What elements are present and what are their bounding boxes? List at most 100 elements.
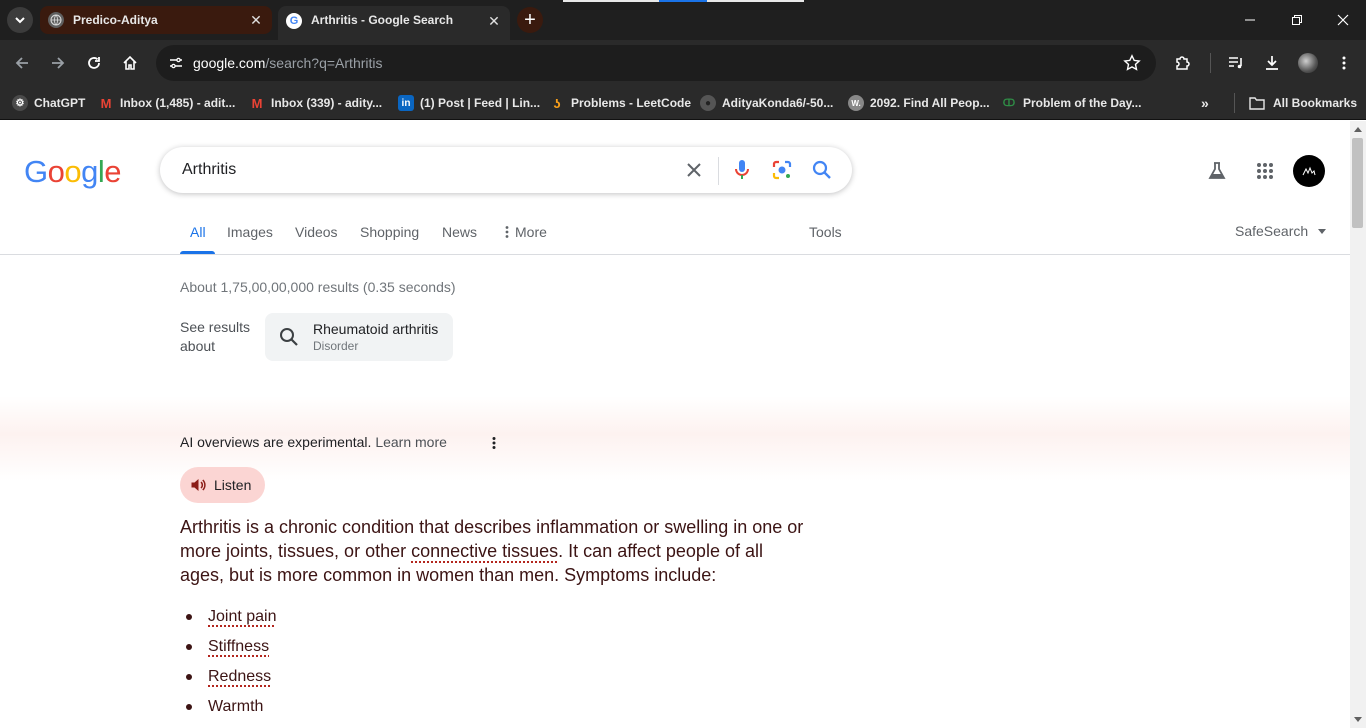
list-item: Redness xyxy=(180,665,277,695)
reload-button[interactable] xyxy=(82,51,106,75)
window-indicator-active xyxy=(659,0,707,2)
google-logo[interactable]: Google xyxy=(24,154,122,190)
bookmark-linkedin[interactable]: in (1) Post | Feed | Lin... xyxy=(398,93,540,113)
window-indicator xyxy=(707,0,804,2)
leetcode-icon: ʖ xyxy=(553,95,561,111)
chip-subtitle: Disorder xyxy=(313,339,359,353)
logo-letter: e xyxy=(104,154,122,189)
tab-news[interactable]: News xyxy=(442,224,477,240)
tab-images[interactable]: Images xyxy=(227,224,273,240)
all-bookmarks-button[interactable]: All Bookmarks xyxy=(1249,93,1357,113)
symptom-text: Warmth xyxy=(208,698,264,715)
symptom-link[interactable]: Stiffness xyxy=(208,638,269,655)
lens-search-button[interactable] xyxy=(770,158,794,182)
address-bar[interactable]: google.com/search?q=Arthritis xyxy=(156,45,1156,81)
all-bookmarks-label: All Bookmarks xyxy=(1273,96,1358,110)
home-button[interactable] xyxy=(118,51,142,75)
list-item: Warmth xyxy=(180,695,277,725)
gfg-icon: ↀ xyxy=(1002,97,1016,109)
scroll-up-arrow-icon[interactable] xyxy=(1354,127,1362,132)
caret-down-icon xyxy=(1318,228,1327,234)
new-tab-button[interactable]: + xyxy=(517,7,543,33)
speaker-icon xyxy=(191,479,206,491)
extensions-button[interactable] xyxy=(1171,51,1195,75)
apps-grid-icon xyxy=(1257,163,1273,179)
list-item: Joint pain xyxy=(180,605,277,635)
tab-all[interactable]: All xyxy=(190,224,206,240)
star-icon xyxy=(1123,54,1141,71)
close-icon xyxy=(687,163,701,177)
bookmarks-divider xyxy=(1234,93,1235,113)
bookmark-label: Inbox (339) - adity... xyxy=(271,96,383,110)
entity-chip-rheumatoid-arthritis[interactable]: Rheumatoid arthritis Disorder xyxy=(265,313,453,361)
tab-shopping[interactable]: Shopping xyxy=(360,224,419,240)
media-control-button[interactable] xyxy=(1224,51,1248,75)
logo-letter: g xyxy=(81,154,98,189)
downloads-button[interactable] xyxy=(1260,51,1284,75)
learn-more-link[interactable]: Learn more xyxy=(375,434,447,450)
url-text[interactable]: google.com/search?q=Arthritis xyxy=(193,55,383,71)
close-tab-icon[interactable]: ✕ xyxy=(486,13,502,29)
listen-label: Listen xyxy=(214,477,252,493)
w-icon: W. xyxy=(848,95,864,111)
window-indicator xyxy=(563,0,659,2)
clear-search-button[interactable] xyxy=(682,158,706,182)
bookmark-leetcode[interactable]: ʖ Problems - LeetCode xyxy=(549,93,691,113)
bookmark-gmail-1[interactable]: M Inbox (1,485) - adit... xyxy=(98,93,236,113)
page-scrollbar[interactable] xyxy=(1350,121,1366,728)
active-tab-indicator xyxy=(180,251,215,254)
bookmark-findpeople[interactable]: W. 2092. Find All Peop... xyxy=(848,93,990,113)
bullet xyxy=(186,644,192,650)
result-stats: About 1,75,00,00,000 results (0.35 secon… xyxy=(180,279,456,295)
download-icon xyxy=(1266,56,1278,70)
tools-button[interactable]: Tools xyxy=(809,224,842,240)
search-nav-tabs: All Images Videos Shopping News More Too… xyxy=(0,211,1350,255)
voice-search-button[interactable] xyxy=(730,158,754,182)
search-submit-button[interactable] xyxy=(810,158,834,182)
bookmark-star-button[interactable] xyxy=(1120,51,1144,75)
menu-button[interactable] xyxy=(1332,51,1356,75)
search-input[interactable] xyxy=(180,158,660,182)
labs-button[interactable] xyxy=(1201,155,1233,187)
ai-overview-options-button[interactable] xyxy=(484,431,504,455)
scroll-down-arrow-icon[interactable] xyxy=(1354,717,1362,722)
profile-button[interactable] xyxy=(1296,51,1320,75)
tab-more[interactable]: More xyxy=(503,224,547,240)
bookmark-github[interactable]: ● AdityaKonda6/-50... xyxy=(700,93,833,113)
camera-lens-icon xyxy=(772,160,792,180)
scrollbar-thumb[interactable] xyxy=(1352,138,1363,228)
avatar-logo-icon xyxy=(1302,166,1316,176)
bookmark-gfg[interactable]: ↀ Problem of the Day... xyxy=(1001,93,1142,113)
tab-arthritis[interactable]: G Arthritis - Google Search ✕ xyxy=(278,6,510,40)
safesearch-button[interactable]: SafeSearch xyxy=(1235,223,1327,239)
restore-button[interactable] xyxy=(1285,8,1309,32)
chatgpt-icon: ⚙ xyxy=(12,95,28,111)
close-window-button[interactable] xyxy=(1331,8,1355,32)
bullet xyxy=(186,704,192,710)
bookmark-label: 2092. Find All Peop... xyxy=(870,96,990,110)
url-path: /search?q=Arthritis xyxy=(265,55,383,71)
profile-avatar xyxy=(1298,53,1318,73)
close-tab-icon[interactable]: ✕ xyxy=(248,12,264,28)
site-info-icon[interactable] xyxy=(164,51,188,75)
minimize-button[interactable] xyxy=(1238,8,1262,32)
symptom-link[interactable]: Redness xyxy=(208,668,271,685)
bullet xyxy=(186,674,192,680)
bookmark-gmail-2[interactable]: M Inbox (339) - adity... xyxy=(249,93,383,113)
bookmark-chatgpt[interactable]: ⚙ ChatGPT xyxy=(12,93,85,113)
account-avatar[interactable] xyxy=(1293,155,1325,187)
tab-search-button[interactable] xyxy=(7,7,33,33)
forward-button[interactable] xyxy=(46,51,70,75)
tab-predico[interactable]: Predico-Aditya ✕ xyxy=(40,6,272,34)
bookmarks-overflow-button[interactable]: » xyxy=(1201,93,1209,113)
queue-music-icon xyxy=(1229,57,1242,69)
connective-tissues-link[interactable]: connective tissues xyxy=(411,541,558,561)
restore-icon xyxy=(1292,15,1302,25)
bookmarks-bar: ⚙ ChatGPT M Inbox (1,485) - adit... M In… xyxy=(0,86,1366,120)
google-apps-button[interactable] xyxy=(1249,155,1281,187)
listen-button[interactable]: Listen xyxy=(180,467,265,503)
arrow-left-icon xyxy=(15,57,28,69)
tab-videos[interactable]: Videos xyxy=(295,224,338,240)
symptom-link[interactable]: Joint pain xyxy=(208,608,277,625)
back-button[interactable] xyxy=(10,51,34,75)
